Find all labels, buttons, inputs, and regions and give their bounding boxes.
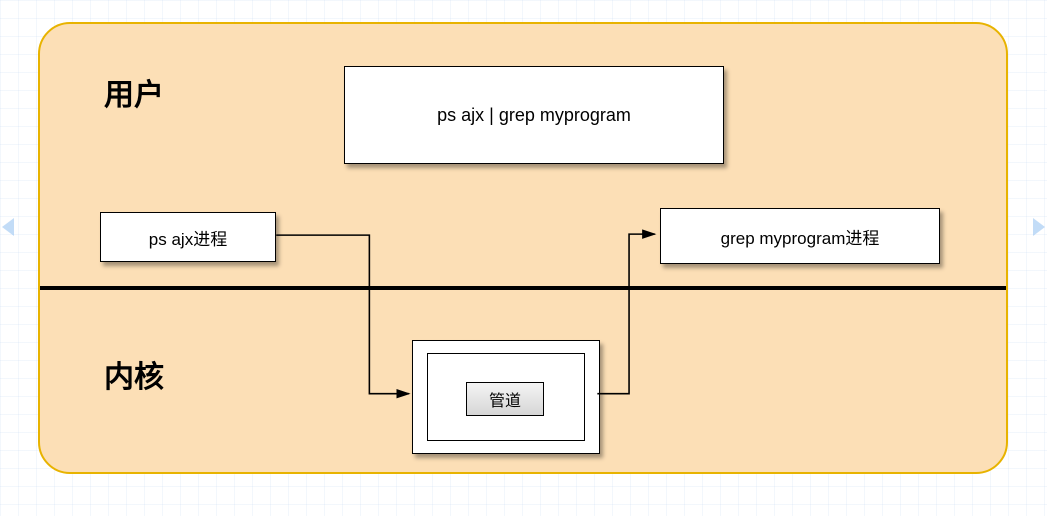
kernel-section-title: 内核 xyxy=(104,352,164,396)
user-section-title: 用户 xyxy=(104,70,164,114)
pipe-inner-box: 管道 xyxy=(466,382,544,416)
canvas-handle-left-icon[interactable] xyxy=(2,218,14,236)
pipe-outer-box[interactable]: 管道 xyxy=(412,340,600,454)
pipe-label: 管道 xyxy=(489,387,521,411)
grep-process-box[interactable]: grep myprogram进程 xyxy=(660,208,940,264)
user-kernel-divider xyxy=(40,286,1006,290)
command-text: ps ajx | grep myprogram xyxy=(437,105,631,126)
ps-process-label: ps ajx进程 xyxy=(149,225,227,250)
arrow-ps-to-pipe xyxy=(276,235,409,394)
arrow-pipe-to-grep xyxy=(597,234,654,394)
ps-process-box[interactable]: ps ajx进程 xyxy=(100,212,276,262)
grep-process-label: grep myprogram进程 xyxy=(721,224,880,249)
canvas-handle-right-icon[interactable] xyxy=(1033,218,1045,236)
command-box[interactable]: ps ajx | grep myprogram xyxy=(344,66,724,164)
diagram-panel: 用户 ps ajx | grep myprogram ps ajx进程 grep… xyxy=(38,22,1008,474)
pipe-mid-box: 管道 xyxy=(427,353,585,441)
